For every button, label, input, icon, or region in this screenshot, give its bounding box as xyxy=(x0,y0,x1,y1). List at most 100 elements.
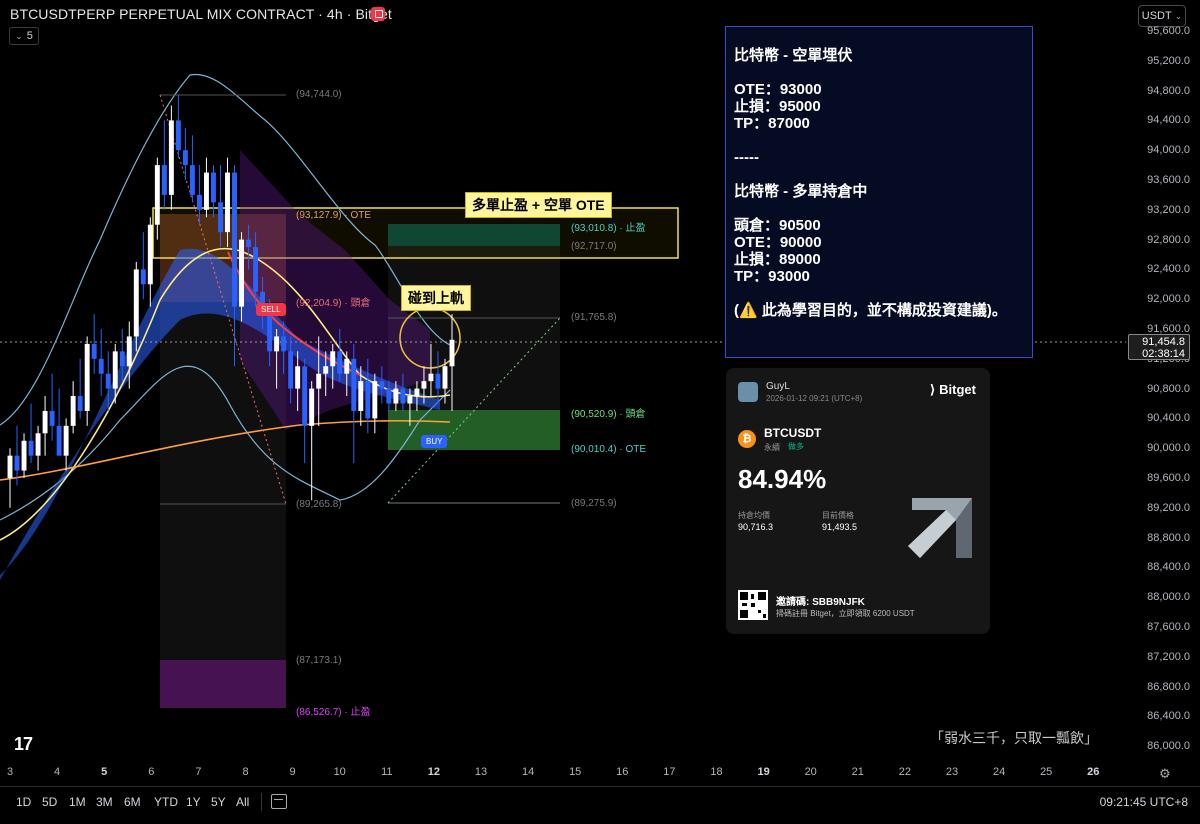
short-tp-zone xyxy=(160,660,286,708)
candle[interactable] xyxy=(379,381,385,389)
candle[interactable] xyxy=(323,366,329,374)
candle[interactable] xyxy=(154,165,160,225)
buy-signal-tag[interactable]: BUY xyxy=(421,435,448,448)
price-tick: 87,200.0 xyxy=(1147,650,1190,663)
callout-tp-ote: 多單止盈 + 空單 OTE xyxy=(465,192,612,218)
range-button[interactable]: 3M xyxy=(96,795,113,809)
price-tick: 88,800.0 xyxy=(1147,531,1190,544)
time-tick: 19 xyxy=(757,766,770,778)
card-invite-code: 邀請碼: SBB9NJFK xyxy=(776,597,865,608)
candle[interactable] xyxy=(189,165,195,195)
candle[interactable] xyxy=(365,381,371,419)
alert-flag-icon[interactable] xyxy=(371,7,385,21)
candle[interactable] xyxy=(421,381,427,389)
note-spacer xyxy=(734,200,1024,217)
candle[interactable] xyxy=(98,358,104,374)
candle[interactable] xyxy=(91,343,97,359)
candle[interactable] xyxy=(246,239,251,248)
watermark-quote: 「弱水三千，只取一瓢飲」 xyxy=(930,730,1098,746)
candle[interactable] xyxy=(133,269,139,337)
candle[interactable] xyxy=(239,239,244,307)
sell-signal-tag[interactable]: SELL xyxy=(256,303,286,316)
tradingview-logo[interactable]: 17 xyxy=(14,734,33,755)
range-button[interactable]: 5D xyxy=(42,795,57,809)
calendar-icon[interactable] xyxy=(271,794,287,809)
candle[interactable] xyxy=(147,224,153,285)
candle[interactable] xyxy=(253,247,259,292)
candle[interactable] xyxy=(414,388,420,397)
price-axis[interactable]: 95,600.0 95,200.0 94,800.0 94,400.0 94,000.0… xyxy=(1126,0,1200,762)
candle[interactable] xyxy=(295,366,301,389)
candle[interactable] xyxy=(393,388,399,404)
candle[interactable] xyxy=(211,172,216,203)
candle[interactable] xyxy=(182,150,188,166)
candle[interactable] xyxy=(428,373,434,382)
range-button[interactable]: YTD xyxy=(154,795,178,809)
interval-multiplier[interactable]: ⌄ 5 xyxy=(9,27,39,45)
candle[interactable] xyxy=(105,373,111,389)
candle[interactable] xyxy=(218,202,223,233)
candle[interactable] xyxy=(351,358,357,411)
time-axis[interactable]: 3 4 5 6 7 8 9 10 11 12 13 14 15 16 17 18 19 20 21 22 23 24 25 2… xyxy=(0,762,1200,784)
candle[interactable] xyxy=(140,269,146,285)
candle[interactable] xyxy=(49,410,55,426)
candle[interactable] xyxy=(372,381,378,419)
candle[interactable] xyxy=(274,336,280,352)
time-tick: 5 xyxy=(101,766,108,778)
range-button[interactable]: 1M xyxy=(69,795,86,809)
candle[interactable] xyxy=(28,440,34,456)
candle[interactable] xyxy=(337,351,343,374)
candle[interactable] xyxy=(56,425,62,456)
price-tick: 95,200.0 xyxy=(1147,54,1190,67)
candle[interactable] xyxy=(344,358,350,374)
candle[interactable] xyxy=(35,433,41,456)
candle[interactable] xyxy=(407,396,413,404)
candle[interactable] xyxy=(84,343,90,411)
candle[interactable] xyxy=(400,388,406,404)
label-ote-long: (90,010.4) · OTE xyxy=(571,444,647,455)
candle[interactable] xyxy=(309,388,315,426)
candle[interactable] xyxy=(267,314,273,352)
note-line: 頭倉：90500 xyxy=(734,217,821,234)
candle[interactable] xyxy=(161,165,167,195)
candle[interactable] xyxy=(70,396,76,426)
range-button[interactable]: 1D xyxy=(16,795,31,809)
candle[interactable] xyxy=(21,440,27,471)
candle[interactable] xyxy=(77,396,83,411)
range-button[interactable]: 5Y xyxy=(211,795,226,809)
candle[interactable] xyxy=(330,351,336,367)
candle[interactable] xyxy=(126,336,132,367)
candle[interactable] xyxy=(42,410,48,434)
candle[interactable] xyxy=(358,381,364,411)
time-tick: 25 xyxy=(1040,766,1053,778)
candle[interactable] xyxy=(232,172,237,307)
range-button[interactable]: All xyxy=(236,795,249,809)
label-89265: (89,265.8) xyxy=(296,499,342,510)
clock-utc[interactable]: 09:21:45 UTC+8 xyxy=(1100,795,1188,809)
interval-multiplier-value: 5 xyxy=(26,30,33,42)
time-tick: 18 xyxy=(710,766,723,778)
candle[interactable] xyxy=(112,351,118,389)
candle[interactable] xyxy=(225,172,230,233)
candle[interactable] xyxy=(435,373,441,389)
candle[interactable] xyxy=(281,336,287,352)
gear-icon[interactable]: ⚙ xyxy=(1159,766,1171,782)
candle[interactable] xyxy=(316,373,322,389)
candle[interactable] xyxy=(203,172,209,210)
candle[interactable] xyxy=(288,351,294,389)
candle[interactable] xyxy=(449,339,455,367)
candle[interactable] xyxy=(168,120,174,195)
candle[interactable] xyxy=(175,120,181,151)
candle[interactable] xyxy=(302,366,308,426)
candle[interactable] xyxy=(63,425,69,456)
range-button[interactable]: 6M xyxy=(124,795,141,809)
candle[interactable] xyxy=(386,388,392,404)
candle[interactable] xyxy=(119,351,125,367)
price-tick: 93,200.0 xyxy=(1147,203,1190,216)
candle[interactable] xyxy=(442,366,448,389)
range-button[interactable]: 1Y xyxy=(186,795,201,809)
candle[interactable] xyxy=(196,194,202,210)
symbol-title[interactable]: BTCUSDTPERP PERPETUAL MIX CONTRACT · 4h … xyxy=(10,6,392,22)
candle[interactable] xyxy=(7,455,13,478)
candle[interactable] xyxy=(14,455,20,471)
